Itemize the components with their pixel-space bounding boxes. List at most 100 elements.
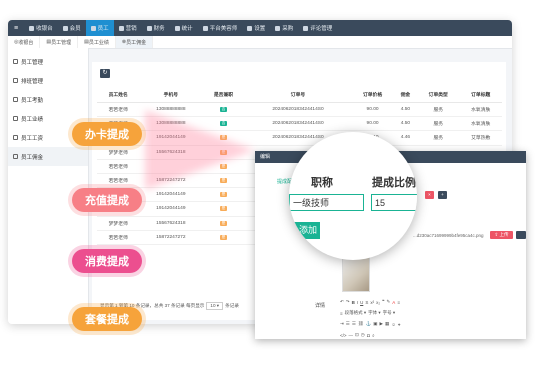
- menu-icon[interactable]: ≡: [14, 25, 18, 32]
- tab-label: 员工业绩: [88, 39, 109, 46]
- ratio-input[interactable]: 15: [371, 194, 417, 211]
- tab-staff-commission[interactable]: ⊗ 员工佣金: [115, 36, 154, 48]
- nav-label: 统计: [181, 26, 193, 32]
- gear-icon: [247, 25, 253, 31]
- sidebar-item-attendance[interactable]: 员工考勤: [8, 90, 88, 109]
- hr-icon[interactable]: —: [349, 333, 354, 338]
- wallet-icon: [13, 135, 18, 140]
- align-center-icon[interactable]: ☰: [352, 321, 356, 327]
- redo-icon[interactable]: ↷: [346, 299, 350, 305]
- nav-item-beautician[interactable]: 平台美容师: [198, 20, 243, 36]
- table-cell-name: 梦梦老师: [97, 145, 140, 160]
- search-replace-icon[interactable]: ⌕: [372, 333, 375, 338]
- nav-item-purchase[interactable]: 采购: [270, 20, 298, 36]
- undo-icon[interactable]: ↶: [340, 299, 344, 305]
- font-family-select[interactable]: 字体 ▾: [368, 310, 381, 316]
- table-cell-type: 服务: [417, 102, 460, 118]
- nav-item-finance[interactable]: 财务: [142, 20, 170, 36]
- tab-staff-performance[interactable]: ▤ 员工业绩: [78, 36, 116, 48]
- tab-staff-manage[interactable]: ▤ 员工管理: [40, 36, 79, 48]
- nav-item-member[interactable]: 会员: [58, 20, 86, 36]
- heading-select[interactable]: 段落格式 ▾: [345, 310, 367, 316]
- nav-label: 设置: [254, 26, 266, 32]
- special-char-icon[interactable]: Ω: [367, 333, 370, 338]
- link-icon[interactable]: ⛓: [358, 321, 364, 327]
- font-size-select[interactable]: 字号 ▾: [383, 310, 396, 316]
- tab-label: 收银台: [18, 39, 34, 46]
- cashier-icon: [29, 25, 35, 31]
- table-cell-commission: 4.50: [393, 102, 418, 118]
- page-size-select[interactable]: 10 ▾: [206, 302, 224, 310]
- nav-label: 会员: [69, 26, 81, 32]
- calendar-icon: [13, 78, 18, 83]
- title-input[interactable]: 一级技师: [289, 194, 364, 211]
- upload-button[interactable]: ⇪ 上传: [490, 231, 513, 239]
- video-icon[interactable]: ▶: [379, 321, 382, 327]
- ordered-list-icon[interactable]: ≡: [397, 300, 400, 305]
- quote-icon[interactable]: ❝: [382, 299, 384, 305]
- date-icon[interactable]: ⊡: [355, 332, 359, 338]
- file-name: ...d230ac71699999b4fe95ca4c.png: [413, 233, 484, 238]
- nav-item-settings[interactable]: 设置: [242, 20, 270, 36]
- add-row-button[interactable]: +: [438, 191, 447, 199]
- tab-cashier[interactable]: ◎ 收银台: [8, 36, 41, 48]
- pill-label: 消费提成: [85, 256, 129, 268]
- part-time-badge: 是: [219, 192, 227, 198]
- map-icon[interactable]: ⌖: [398, 322, 401, 327]
- bold-icon[interactable]: B: [352, 300, 355, 305]
- align-left-icon[interactable]: ☰: [346, 321, 350, 327]
- superscript-icon[interactable]: x²: [370, 300, 374, 305]
- pill-label: 办卡提成: [85, 129, 129, 141]
- remove-row-button[interactable]: ×: [425, 191, 434, 199]
- sidebar-item-label: 排班管理: [21, 78, 44, 85]
- pill-card-commission: 办卡提成: [72, 122, 142, 146]
- italic-icon[interactable]: I: [357, 300, 358, 305]
- nav-item-staff[interactable]: 员工: [85, 20, 114, 36]
- heading-label: 段落格式: [344, 310, 363, 315]
- font-color-icon[interactable]: A: [392, 300, 395, 305]
- nav-label: 收银台: [36, 26, 53, 32]
- sidebar-item-commission[interactable]: 员工佣金: [8, 147, 88, 166]
- col-header: 订单标题: [459, 86, 502, 103]
- add-title-button[interactable]: 添加: [289, 222, 320, 239]
- anchor-icon[interactable]: ⚓: [366, 321, 372, 327]
- table-header-row: 员工姓名 手机号 是否兼职 订单号 订单价格 佣金 订单类型 订单标题: [97, 86, 502, 103]
- comment-icon: [303, 25, 309, 31]
- sidebar-item-schedule[interactable]: 排班管理: [8, 71, 88, 90]
- code-icon[interactable]: </>: [340, 333, 347, 338]
- table-cell-phone: 15872247272: [139, 230, 203, 245]
- time-icon[interactable]: ◷: [361, 332, 365, 338]
- nav-item-marketing[interactable]: 营销: [114, 20, 142, 36]
- bell-icon: [13, 97, 18, 102]
- image-icon[interactable]: ▣: [373, 321, 377, 327]
- more-button[interactable]: [516, 231, 526, 239]
- part-time-badge: 是: [219, 206, 227, 212]
- font-size-label: 字号: [382, 310, 392, 315]
- sidebar-item-staff-manage[interactable]: 员工管理: [8, 52, 88, 71]
- nav-label: 财务: [153, 26, 165, 32]
- indent-icon[interactable]: ⇥: [340, 321, 344, 327]
- emoji-icon[interactable]: ☺: [391, 322, 396, 327]
- table-icon[interactable]: ▦: [385, 321, 389, 327]
- user-icon: [13, 59, 18, 64]
- title-input-value: 一级技师: [293, 198, 330, 208]
- member-icon: [62, 25, 68, 31]
- col-header: 订单类型: [417, 86, 460, 103]
- pill-package-commission: 套餐提成: [72, 307, 142, 331]
- align-icon[interactable]: ≡: [340, 311, 343, 316]
- nav-label: 采购: [282, 26, 294, 32]
- nav-item-stats[interactable]: 统计: [170, 20, 198, 36]
- sidebar-item-label: 员工管理: [21, 59, 44, 66]
- nav-item-comments[interactable]: 评论管理: [298, 20, 337, 36]
- table-cell-part: 是: [202, 216, 245, 231]
- table-cell-part: 是: [202, 230, 245, 245]
- subscript-icon[interactable]: x₂: [376, 300, 380, 305]
- marketing-icon: [118, 25, 124, 31]
- top-nav: ≡ 收银台 会员 员工 营销 财务 统计 平台美容师 设置 采购 评论管理: [8, 20, 512, 36]
- refresh-button[interactable]: ↻: [100, 69, 110, 78]
- table-cell-order: 20240620183424414S0: [244, 102, 352, 118]
- strike-icon[interactable]: S: [365, 300, 368, 305]
- nav-item-cashier[interactable]: 收银台: [24, 20, 58, 36]
- underline-icon[interactable]: U: [360, 300, 363, 305]
- brush-icon[interactable]: ✎: [387, 299, 391, 305]
